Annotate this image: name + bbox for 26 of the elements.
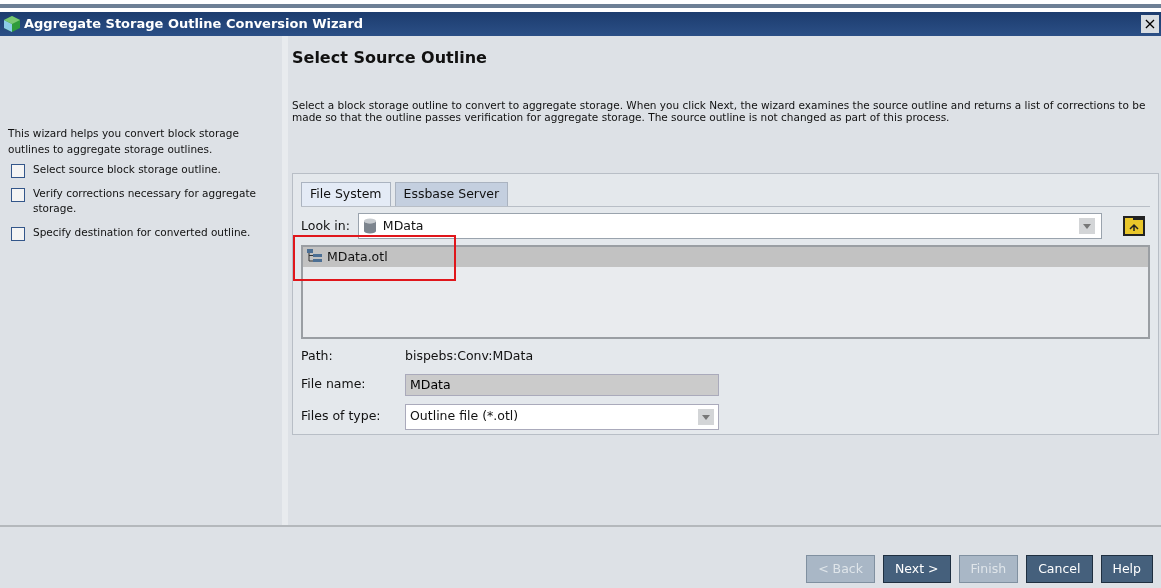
file-row[interactable]: MData.otl: [303, 246, 1148, 267]
file-name-field[interactable]: MData: [405, 373, 719, 396]
path-value: bispebs:Conv:MData: [405, 346, 534, 365]
page-description: Select a block storage outline to convert to aggregate storage. When you click Next, the wizard examines the source outline and returns a list of corrections to be made so that the outline passes verification for aggregate storage. The source outline is not changed as part of this process.: [292, 99, 1147, 124]
field-label: Path:: [301, 346, 334, 365]
step-label: Verify corrections necessary for aggregate storage.: [33, 185, 258, 217]
tab[interactable]: File System: [301, 182, 391, 206]
close-button[interactable]: ×: [1141, 15, 1159, 33]
wizard-button[interactable]: Cancel: [1026, 554, 1093, 584]
outline-icon: [307, 249, 323, 265]
intro-text: This wizard helps you convert block storage outlines to aggregate storage outlines.: [8, 126, 240, 157]
field-label: File name:: [301, 375, 367, 394]
field-label: Files of type:: [301, 407, 382, 426]
wizard-button[interactable]: Next >: [882, 554, 951, 584]
step-label: Specify destination for converted outline.: [33, 225, 251, 240]
tab[interactable]: Essbase Server: [394, 182, 509, 206]
window-title: Aggregate Storage Outline Conversion Wizard: [24, 15, 365, 34]
database-icon: [362, 217, 377, 234]
look-in-dropdown[interactable]: MData: [357, 212, 1102, 239]
step-label: Select source block storage outline.: [33, 161, 221, 177]
look-in-label: Look in:: [301, 216, 350, 235]
file-type-dropdown[interactable]: Outline file (*.otl): [405, 403, 719, 430]
wizard-button[interactable]: Help: [1100, 554, 1153, 584]
cube-icon: [3, 15, 21, 33]
up-folder-button[interactable]: [1122, 214, 1146, 237]
page-heading: Select Source Outline: [292, 48, 488, 68]
